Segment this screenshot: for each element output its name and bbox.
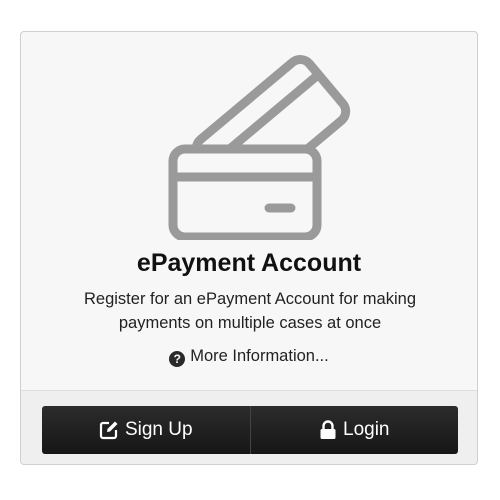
card-description: Register for an ePayment Account for mak…	[84, 290, 416, 332]
login-button[interactable]: Login	[249, 406, 458, 454]
more-information-label: More Information...	[190, 347, 329, 365]
action-button-group: Sign Up Login	[42, 406, 458, 454]
epayment-account-card: ePayment Account Register for an ePaymen…	[20, 31, 478, 465]
sign-up-button[interactable]: Sign Up	[42, 406, 250, 454]
sign-up-label: Sign Up	[124, 419, 193, 440]
card-footer: Sign Up Login	[21, 390, 477, 464]
lock-icon	[319, 420, 337, 440]
more-information-link[interactable]: ? More Information...	[21, 347, 477, 367]
card-title: ePayment Account	[136, 249, 362, 277]
credit-cards-icon	[167, 50, 353, 242]
login-label: Login	[343, 419, 390, 440]
card-body: ePayment Account Register for an ePaymen…	[21, 32, 477, 390]
edit-icon	[99, 420, 119, 440]
question-circle-icon: ?	[169, 351, 186, 367]
